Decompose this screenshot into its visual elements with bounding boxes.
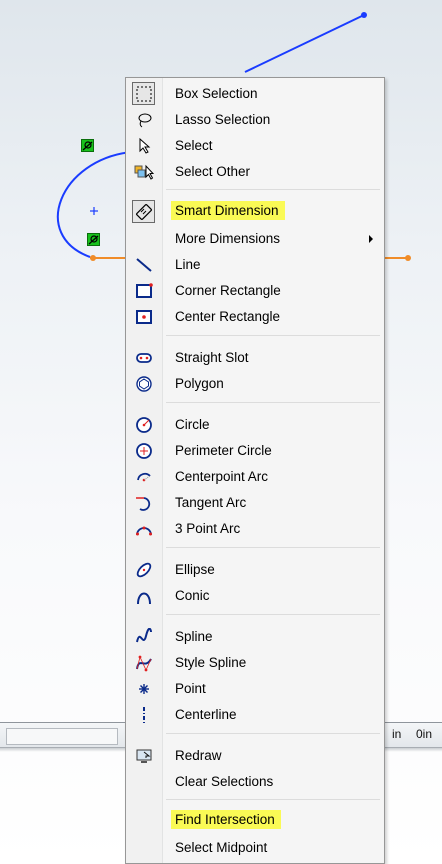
center-rectangle-icon	[132, 305, 155, 328]
menu-item-label: Straight Slot	[175, 350, 249, 365]
menu-item-centerpoint-arc[interactable]: Centerpoint Arc	[129, 464, 383, 489]
menu-item-label: Centerline	[175, 707, 237, 722]
context-menu: Box Selection Lasso Selection Select Sel…	[125, 77, 385, 864]
menu-item-label: 3 Point Arc	[175, 521, 241, 536]
menu-item-label: Clear Selections	[175, 774, 274, 789]
menu-item-label: Polygon	[175, 376, 224, 391]
three-point-arc-icon	[132, 517, 155, 540]
sketch-endpoint[interactable]	[90, 255, 96, 261]
menu-item-label: Circle	[175, 417, 210, 432]
select-arrow-icon	[132, 134, 155, 157]
menu-item-style-spline[interactable]: Style Spline	[129, 650, 383, 675]
menu-item-label: Find Intersection	[171, 810, 281, 829]
menu-separator	[166, 402, 380, 403]
menu-separator	[166, 189, 380, 190]
menu-item-label: Redraw	[175, 748, 222, 763]
menu-item-label: More Dimensions	[175, 231, 281, 246]
straight-slot-icon	[132, 346, 155, 369]
lasso-icon	[132, 108, 155, 131]
menu-item-label: Corner Rectangle	[175, 283, 281, 298]
polygon-icon	[132, 372, 155, 395]
menu-item-smart-dimension[interactable]: Smart Dimension	[129, 199, 383, 224]
menu-item-point[interactable]: Point	[129, 676, 383, 701]
line-icon	[132, 253, 155, 276]
menu-separator	[166, 799, 380, 800]
menu-item-label: Center Rectangle	[175, 309, 281, 324]
box-selection-icon	[132, 82, 155, 105]
menu-separator	[166, 335, 380, 336]
menu-item-find-intersection[interactable]: Find Intersection	[129, 808, 383, 833]
perimeter-circle-icon	[132, 439, 155, 462]
sketch-endpoint[interactable]	[405, 255, 411, 261]
menu-item-conic[interactable]: Conic	[129, 583, 383, 608]
menu-item-line[interactable]: Line	[129, 252, 383, 277]
style-spline-icon	[132, 651, 155, 674]
menu-item-label: Tangent Arc	[175, 495, 247, 510]
status-field	[6, 728, 118, 745]
menu-separator	[166, 733, 380, 734]
circle-icon	[132, 413, 155, 436]
menu-item-label: Centerpoint Arc	[175, 469, 269, 484]
menu-item-box-selection[interactable]: Box Selection	[129, 81, 383, 106]
menu-item-tangent-arc[interactable]: Tangent Arc	[129, 490, 383, 515]
ellipse-icon	[132, 558, 155, 581]
corner-rectangle-icon	[132, 279, 155, 302]
menu-item-polygon[interactable]: Polygon	[129, 371, 383, 396]
menu-item-clear-selections[interactable]: Clear Selections	[129, 769, 383, 794]
menu-item-centerline[interactable]: Centerline	[129, 702, 383, 727]
tangent-arc-icon	[132, 491, 155, 514]
tangent-relation-icon[interactable]	[87, 233, 100, 246]
menu-separator	[166, 614, 380, 615]
arc-center-mark	[90, 207, 98, 215]
menu-item-circle[interactable]: Circle	[129, 412, 383, 437]
menu-item-select-other[interactable]: Select Other	[129, 159, 383, 184]
menu-item-label: Select	[175, 138, 213, 153]
menu-item-perimeter-circle[interactable]: Perimeter Circle	[129, 438, 383, 463]
menu-item-label: Ellipse	[175, 562, 215, 577]
status-unit-right: 0in	[416, 727, 433, 741]
status-unit-left: in	[392, 727, 402, 741]
menu-item-center-rectangle[interactable]: Center Rectangle	[129, 304, 383, 329]
conic-icon	[132, 584, 155, 607]
menu-item-label: Point	[175, 681, 206, 696]
menu-item-spline[interactable]: Spline	[129, 624, 383, 649]
spline-icon	[132, 625, 155, 648]
submenu-arrow-icon	[369, 235, 373, 243]
menu-item-redraw[interactable]: Redraw	[129, 743, 383, 768]
sketch-line-diagonal[interactable]	[244, 14, 365, 73]
menu-item-label: Line	[175, 257, 201, 272]
menu-item-label: Perimeter Circle	[175, 443, 272, 458]
menu-item-label: Style Spline	[175, 655, 247, 670]
menu-item-label: Spline	[175, 629, 213, 644]
menu-item-select-midpoint[interactable]: Select Midpoint	[129, 835, 383, 860]
menu-item-label: Conic	[175, 588, 210, 603]
menu-item-label: Select Midpoint	[175, 840, 268, 855]
select-other-icon	[132, 160, 155, 183]
menu-item-label: Box Selection	[175, 86, 258, 101]
centerpoint-arc-icon	[132, 465, 155, 488]
menu-item-label: Lasso Selection	[175, 112, 271, 127]
point-icon	[132, 677, 155, 700]
sketch-endpoint[interactable]	[361, 12, 367, 18]
menu-item-3-point-arc[interactable]: 3 Point Arc	[129, 516, 383, 541]
menu-item-ellipse[interactable]: Ellipse	[129, 557, 383, 582]
menu-item-straight-slot[interactable]: Straight Slot	[129, 345, 383, 370]
menu-item-label: Smart Dimension	[171, 201, 285, 220]
centerline-icon	[132, 703, 155, 726]
menu-item-label: Select Other	[175, 164, 251, 179]
menu-item-lasso-selection[interactable]: Lasso Selection	[129, 107, 383, 132]
redraw-icon	[132, 744, 155, 767]
menu-item-corner-rectangle[interactable]: Corner Rectangle	[129, 278, 383, 303]
menu-separator	[166, 547, 380, 548]
menu-item-select[interactable]: Select	[129, 133, 383, 158]
menu-item-more-dimensions[interactable]: More Dimensions	[129, 226, 383, 251]
smart-dimension-icon	[132, 200, 155, 223]
tangent-relation-icon[interactable]	[81, 139, 94, 152]
